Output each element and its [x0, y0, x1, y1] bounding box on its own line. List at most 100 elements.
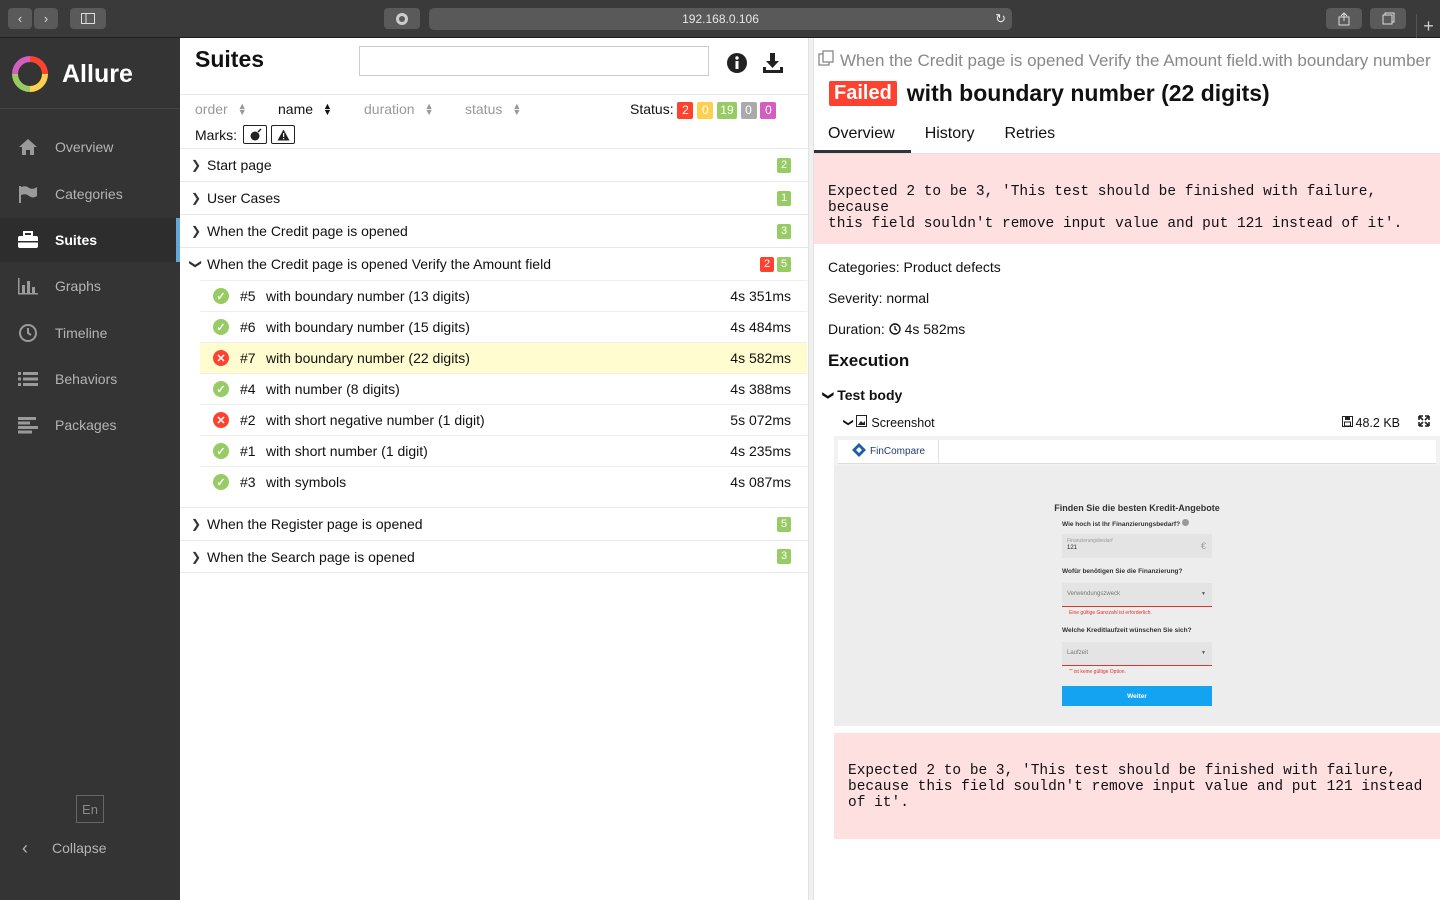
sort-duration-label: duration	[364, 101, 415, 117]
categories-value[interactable]: Product defects	[903, 259, 1000, 275]
passed-count-badge: 3	[777, 223, 791, 239]
copy-icon[interactable]	[818, 50, 834, 71]
bomb-icon[interactable]	[243, 125, 267, 144]
sort-status-label: status	[465, 101, 503, 117]
sort-status[interactable]: status ▲ ▼	[465, 101, 521, 117]
nav-suites[interactable]: Suites	[0, 218, 180, 262]
warning-icon[interactable]	[271, 125, 295, 144]
attachment-row[interactable]: ❯ Screenshot 48.2 KB	[843, 415, 1436, 430]
sort-order-label: order	[195, 101, 228, 117]
failed-count-badge: 2	[760, 256, 774, 272]
expand-icon[interactable]	[1418, 415, 1430, 430]
term-select[interactable]: Laufzeit ▼	[1062, 642, 1212, 666]
status-count-unknown[interactable]: 0	[760, 102, 777, 119]
suite-group-name: When the Credit page is opened Verify th…	[207, 256, 551, 272]
test-name: with boundary number (13 digits)	[266, 288, 470, 304]
failed-icon: ✕	[213, 350, 229, 366]
duration-value: 4s 582ms	[904, 321, 966, 337]
sort-order[interactable]: order ▲ ▼	[195, 101, 247, 117]
suite-group-name: When the Search page is opened	[207, 548, 415, 565]
test-duration: 4s 388ms	[730, 381, 791, 397]
status-count-broken[interactable]: 0	[697, 102, 714, 119]
test-row[interactable]: ✓ #1 with short number (1 digit) 4s 235m…	[200, 435, 807, 466]
continue-button[interactable]: Weiter	[1062, 686, 1212, 706]
test-body-step[interactable]: ❯ Test body	[822, 387, 902, 403]
passed-count-badge: 3	[777, 549, 791, 564]
suite-group[interactable]: ❯ When the Credit page is opened 3	[180, 214, 808, 247]
suite-group[interactable]: ❯ Start page 2	[180, 148, 808, 181]
sort-duration[interactable]: duration ▲ ▼	[364, 101, 434, 117]
test-name: with boundary number (15 digits)	[266, 319, 470, 335]
nav-timeline[interactable]: Timeline	[0, 311, 180, 355]
reload-icon[interactable]: ↻	[995, 11, 1006, 27]
chevron-right-icon: ❯	[191, 158, 202, 172]
collapse-button[interactable]: ‹ Collapse	[0, 828, 180, 868]
test-duration: 4s 235ms	[730, 443, 791, 459]
test-row[interactable]: ✓ #3 with symbols 4s 087ms	[200, 466, 807, 497]
share-button[interactable]	[1326, 8, 1362, 29]
tabs-icon	[1382, 12, 1394, 25]
passed-icon: ✓	[213, 474, 229, 490]
suite-group-expanded[interactable]: ❯ When the Credit page is opened Verify …	[180, 247, 808, 280]
sort-arrows-icon: ▲ ▼	[512, 101, 522, 117]
status-filter: Status: 2 0 19 0 0	[630, 101, 777, 119]
allure-logo-icon	[12, 56, 48, 92]
test-path-text: When the Credit page is opened Verify th…	[840, 50, 1436, 70]
language-button[interactable]: En	[76, 795, 104, 823]
amount-field[interactable]: Finanzierungsbedarf 121 €	[1062, 534, 1212, 558]
status-badge: Failed	[829, 81, 897, 106]
back-button[interactable]: ‹	[8, 8, 32, 29]
suite-group[interactable]: ❯ When the Register page is opened 5	[180, 507, 808, 540]
passed-count-badge: 1	[777, 190, 791, 206]
new-tab-button[interactable]: +	[1416, 14, 1440, 38]
test-detail-pane: When the Credit page is opened Verify th…	[814, 38, 1440, 900]
app-logo[interactable]: Allure	[12, 56, 133, 92]
sidebar-toggle-button[interactable]	[70, 8, 106, 29]
tab-overview[interactable]: Overview	[814, 122, 911, 153]
search-input[interactable]	[359, 46, 709, 76]
nav-overview[interactable]: Overview	[0, 125, 180, 169]
test-row[interactable]: ✓ #6 with boundary number (15 digits) 4s…	[200, 311, 807, 342]
nav-behaviors[interactable]: Behaviors	[0, 357, 180, 401]
forward-button[interactable]: ›	[34, 8, 58, 29]
nav-packages-label: Packages	[55, 417, 117, 433]
info-icon[interactable]	[726, 52, 748, 79]
help-icon	[1181, 519, 1189, 526]
screenshot-body: Finden Sie die besten Kredit-Angebote Wi…	[834, 466, 1440, 726]
extension-button[interactable]	[384, 8, 420, 29]
test-title: Failed with boundary number (22 digits)	[829, 80, 1270, 107]
nav-packages[interactable]: Packages	[0, 403, 180, 447]
sidebar: Allure Overview Categories Suites Graphs…	[0, 38, 180, 900]
status-count-passed[interactable]: 19	[717, 102, 737, 119]
download-icon[interactable]	[761, 52, 785, 79]
tabs-overview-button[interactable]	[1370, 8, 1406, 29]
image-icon	[856, 415, 868, 430]
tab-retries[interactable]: Retries	[990, 122, 1071, 153]
sort-name[interactable]: name ▲ ▼	[278, 101, 332, 117]
purpose-select[interactable]: Verwendungszweck ▼	[1062, 583, 1212, 607]
error-message: Expected 2 to be 3, 'This test should be…	[814, 154, 1440, 244]
test-row[interactable]: ✓ #4 with number (8 digits) 4s 388ms	[200, 373, 807, 404]
test-duration: 4s 484ms	[730, 319, 791, 335]
passed-icon: ✓	[213, 288, 229, 304]
test-row[interactable]: ✕ #2 with short negative number (1 digit…	[200, 404, 807, 435]
test-row-selected[interactable]: ✕ #7 with boundary number (22 digits) 4s…	[200, 342, 807, 373]
test-duration: 4s 087ms	[730, 474, 791, 490]
tab-history[interactable]: History	[911, 122, 991, 153]
browser-toolbar: ‹ › 192.168.0.106 ↻ +	[0, 0, 1440, 38]
purpose-placeholder: Verwendungszweck	[1067, 591, 1121, 597]
test-row[interactable]: ✓ #5 with boundary number (13 digits) 4s…	[200, 280, 807, 311]
nav-categories[interactable]: Categories	[0, 172, 180, 216]
address-bar[interactable]: 192.168.0.106 ↻	[429, 8, 1012, 30]
status-count-failed[interactable]: 2	[677, 102, 694, 119]
attachment-name: Screenshot	[871, 415, 935, 430]
align-left-icon	[17, 415, 39, 435]
screenshot-attachment[interactable]: FinCompare Finden Sie die besten Kredit-…	[834, 436, 1440, 726]
chevron-right-icon: ❯	[191, 549, 202, 564]
amount-field-label: Finanzierungsbedarf	[1067, 538, 1113, 544]
suite-group[interactable]: ❯ When the Search page is opened 3	[180, 540, 808, 573]
suite-group[interactable]: ❯ User Cases 1	[180, 181, 808, 214]
term-error: "" ist keine gültige Option.	[1069, 669, 1126, 675]
nav-graphs[interactable]: Graphs	[0, 264, 180, 308]
status-count-skipped[interactable]: 0	[740, 102, 757, 119]
